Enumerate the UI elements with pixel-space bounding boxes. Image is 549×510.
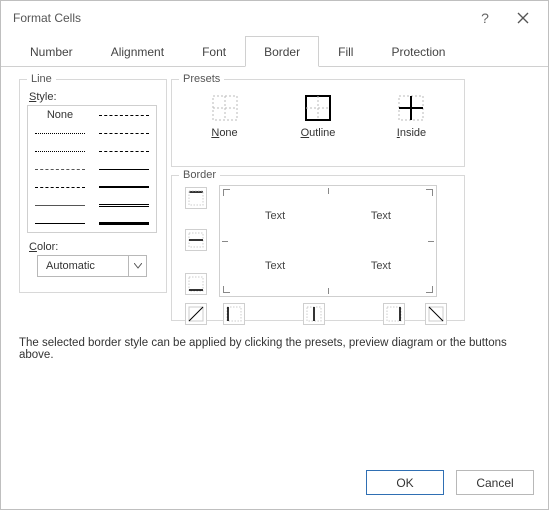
line-style-opt[interactable]	[92, 196, 156, 214]
window-title: Format Cells	[13, 11, 466, 25]
border-bottom-button[interactable]	[185, 273, 207, 295]
preset-none[interactable]	[210, 93, 240, 123]
help-button[interactable]: ?	[466, 3, 504, 33]
tab-content-border: Line Style: None Color: Automatic	[1, 67, 548, 487]
line-style-opt[interactable]	[28, 142, 92, 160]
format-cells-dialog: Format Cells ? Number Alignment Font Bor…	[0, 0, 549, 510]
border-group: Border	[171, 169, 465, 321]
ok-button[interactable]: OK	[366, 470, 444, 495]
border-preview[interactable]: Text Text Text Text	[219, 185, 437, 297]
border-inner-h-icon	[188, 232, 204, 248]
tab-fill[interactable]: Fill	[319, 36, 372, 67]
border-right-icon	[386, 306, 402, 322]
border-left-button[interactable]	[223, 303, 245, 325]
border-inner-vertical-button[interactable]	[303, 303, 325, 325]
preset-inside-label: Inside	[397, 127, 426, 139]
line-style-opt[interactable]	[92, 142, 156, 160]
line-style-opt[interactable]	[28, 124, 92, 142]
line-style-opt[interactable]	[28, 214, 92, 232]
preview-text: Text	[265, 210, 285, 222]
border-left-icon	[226, 306, 242, 322]
presets-group-label: Presets	[179, 73, 224, 85]
border-group-label: Border	[179, 169, 220, 181]
line-style-opt[interactable]	[28, 160, 92, 178]
color-label: Color:	[29, 241, 159, 253]
preview-text: Text	[371, 210, 391, 222]
border-diag-up-button[interactable]	[185, 303, 207, 325]
chevron-down-icon	[128, 256, 146, 276]
line-style-opt[interactable]	[92, 178, 156, 196]
close-icon	[517, 12, 529, 24]
cancel-button[interactable]: Cancel	[456, 470, 534, 495]
border-bottom-icon	[188, 276, 204, 292]
tab-font[interactable]: Font	[183, 36, 245, 67]
tab-border[interactable]: Border	[245, 36, 319, 67]
preset-inside[interactable]	[396, 93, 426, 123]
presets-group: Presets None	[171, 73, 465, 167]
tick-marker	[222, 241, 228, 242]
border-right-button[interactable]	[383, 303, 405, 325]
diag-up-icon	[188, 306, 204, 322]
close-button[interactable]	[504, 3, 542, 33]
tab-strip: Number Alignment Font Border Fill Protec…	[1, 35, 548, 67]
preset-outline[interactable]	[303, 93, 333, 123]
style-label: Style:	[29, 91, 159, 103]
preview-text: Text	[265, 260, 285, 272]
tick-marker	[428, 241, 434, 242]
hint-text: The selected border style can be applied…	[19, 337, 530, 361]
diag-down-icon	[428, 306, 444, 322]
dialog-footer: OK Cancel	[366, 470, 534, 495]
preset-inside-icon	[397, 94, 425, 122]
line-style-none[interactable]: None	[28, 106, 92, 124]
line-style-opt[interactable]	[92, 106, 156, 124]
tab-number[interactable]: Number	[11, 36, 92, 67]
line-style-picker[interactable]: None	[27, 105, 157, 233]
line-style-opt[interactable]	[28, 178, 92, 196]
tab-protection[interactable]: Protection	[372, 36, 464, 67]
line-style-opt[interactable]	[92, 214, 156, 232]
tick-marker	[328, 288, 329, 294]
border-top-button[interactable]	[185, 187, 207, 209]
line-color-value: Automatic	[38, 260, 128, 272]
preset-none-icon	[211, 94, 239, 122]
corner-marker	[426, 286, 433, 293]
corner-marker	[223, 286, 230, 293]
line-color-combo[interactable]: Automatic	[37, 255, 147, 277]
line-style-opt[interactable]	[92, 124, 156, 142]
titlebar: Format Cells ?	[1, 1, 548, 35]
line-style-opt[interactable]	[92, 160, 156, 178]
border-top-icon	[188, 190, 204, 206]
line-group-label: Line	[27, 73, 56, 85]
preset-outline-icon	[304, 94, 332, 122]
preview-text: Text	[371, 260, 391, 272]
line-style-opt[interactable]	[28, 196, 92, 214]
corner-marker	[223, 189, 230, 196]
border-inner-horizontal-button[interactable]	[185, 229, 207, 251]
line-group: Line Style: None Color: Automatic	[19, 73, 167, 293]
corner-marker	[426, 189, 433, 196]
tick-marker	[328, 188, 329, 194]
tab-alignment[interactable]: Alignment	[92, 36, 183, 67]
border-diag-down-button[interactable]	[425, 303, 447, 325]
preset-outline-label: Outline	[301, 127, 336, 139]
preset-none-label: None	[211, 127, 237, 139]
border-inner-v-icon	[306, 306, 322, 322]
